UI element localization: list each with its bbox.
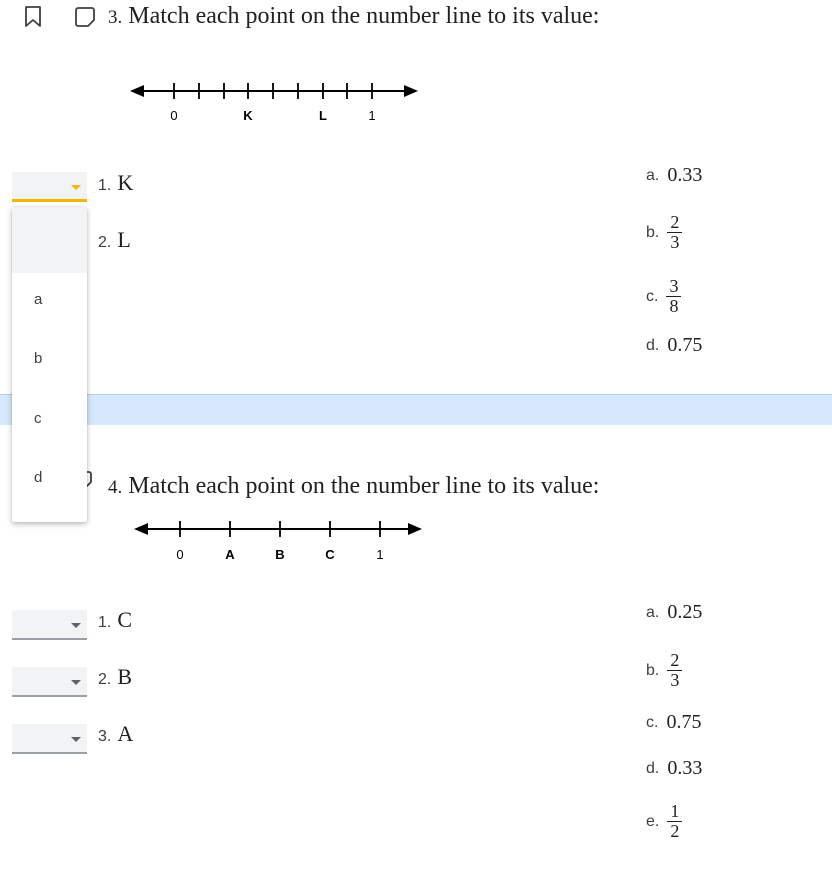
dropdown-option-b[interactable]: b xyxy=(12,338,87,378)
answer-option: d. 0.75 xyxy=(646,334,703,356)
comment-icon[interactable] xyxy=(74,6,96,28)
question-separator xyxy=(0,394,832,425)
answer-option: d. 0.33 xyxy=(646,757,703,779)
answer-option: a. 0.25 xyxy=(646,601,703,623)
number-line-label: 0 xyxy=(176,547,183,562)
question-text: Match each point on the number line to i… xyxy=(128,473,600,499)
number-line-label: 1 xyxy=(368,108,375,123)
fraction: 12 xyxy=(667,802,683,841)
chevron-down-icon xyxy=(71,680,81,685)
answer-option: b. 2 3 xyxy=(646,651,683,690)
dropdown-option-c[interactable]: c xyxy=(12,398,87,438)
answer-option: a. 0.33 xyxy=(646,164,703,186)
prompt-item: 3. A xyxy=(98,721,134,746)
dropdown-menu: a b c d xyxy=(12,207,87,522)
match-dropdown-q4-2[interactable] xyxy=(12,667,87,697)
answer-option: c. 0.75 xyxy=(646,711,702,733)
number-line-label: B xyxy=(275,547,284,562)
answer-option: c. 3 8 xyxy=(646,277,682,316)
number-line-label: L xyxy=(319,108,327,123)
number-line-label: 0 xyxy=(170,108,177,123)
dropdown-option-d[interactable]: d xyxy=(12,457,87,497)
number-line-q3: 0 K L 1 xyxy=(130,83,418,123)
number-line-label: K xyxy=(243,108,253,123)
chevron-down-icon xyxy=(71,623,81,628)
number-line-label: 1 xyxy=(376,547,383,562)
question-number: 4. xyxy=(108,477,123,498)
question-text: Match each point on the number line to i… xyxy=(128,3,600,29)
match-dropdown-q3-1[interactable] xyxy=(12,172,87,202)
prompt-item: 2. B xyxy=(98,664,133,689)
chevron-down-icon xyxy=(71,737,81,742)
question-3-title: 3. Match each point on the number line t… xyxy=(108,3,599,30)
prompt-item: 2. L xyxy=(98,227,131,252)
question-number: 3. xyxy=(108,7,123,28)
bookmark-icon[interactable] xyxy=(24,6,42,28)
number-line-label: C xyxy=(325,547,335,562)
answer-option: b. 2 3 xyxy=(646,213,683,252)
number-line-q4: 0 A B C 1 xyxy=(134,521,422,562)
prompt-item: 1. C xyxy=(98,607,133,632)
prompt-item: 1. K xyxy=(98,170,134,195)
number-line-label: A xyxy=(225,547,235,562)
fraction: 23 xyxy=(667,651,683,690)
match-dropdown-q4-1[interactable] xyxy=(12,610,87,640)
fraction: 23 xyxy=(667,213,683,252)
answer-option: e. 1 2 xyxy=(646,802,683,841)
dropdown-option-a[interactable]: a xyxy=(12,279,87,319)
dropdown-empty-option[interactable] xyxy=(12,207,87,273)
chevron-down-icon xyxy=(71,185,81,190)
question-4-title: 4. Match each point on the number line t… xyxy=(108,473,599,500)
fraction: 38 xyxy=(666,277,682,316)
match-dropdown-q4-3[interactable] xyxy=(12,724,87,754)
